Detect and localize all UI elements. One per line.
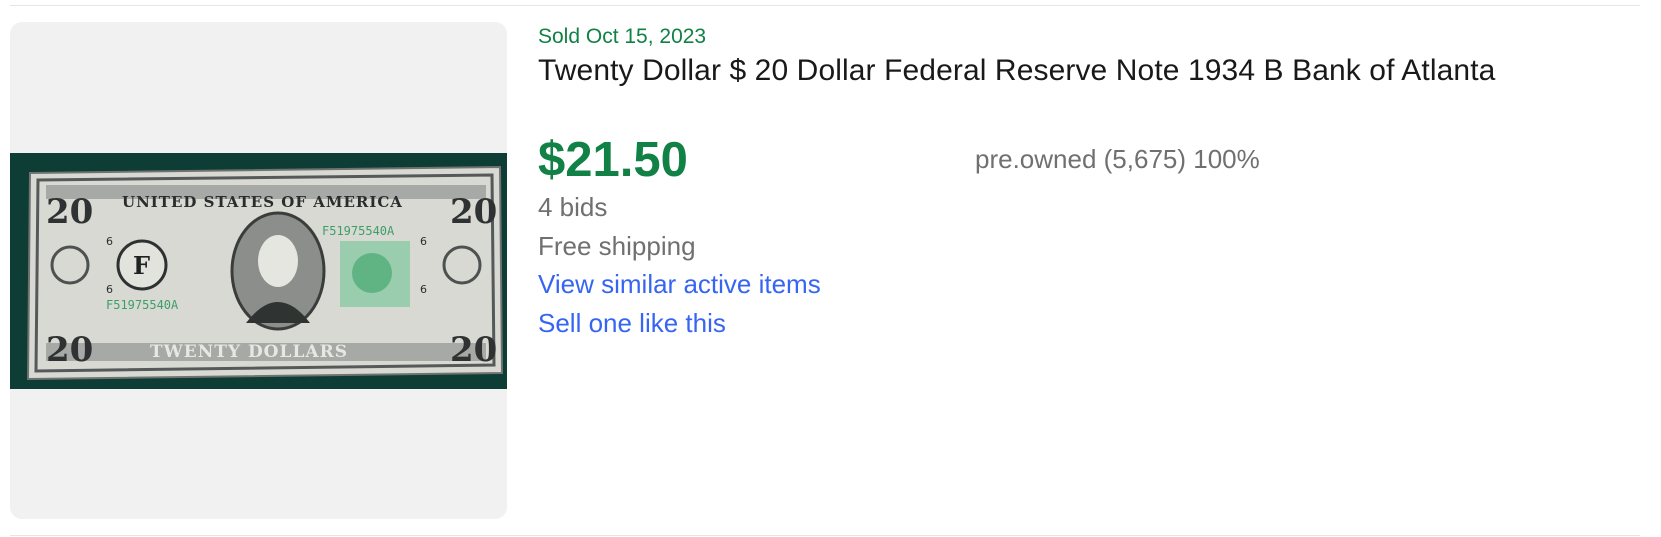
top-divider (10, 5, 1640, 6)
item-title-link[interactable]: Twenty Dollar $ 20 Dollar Federal Reserv… (538, 54, 1495, 88)
sold-listing-card: 20 20 20 20 UNITED STATES OF AMERICA F F… (0, 0, 1661, 537)
district-seal-letter: F (133, 251, 150, 280)
note-bottom-legend: TWENTY DOLLARS (150, 342, 348, 362)
corner-denomination: 20 (46, 192, 93, 232)
note-top-legend: UNITED STATES OF AMERICA (122, 193, 403, 211)
corner-denomination: 20 (450, 330, 497, 370)
view-similar-items-link[interactable]: View similar active items (538, 269, 821, 300)
shipping-info: Free shipping (538, 231, 696, 261)
corner-denomination: 20 (450, 192, 497, 232)
sell-one-like-this-link[interactable]: Sell one like this (538, 308, 726, 339)
district-number: 6 (420, 235, 427, 248)
serial-number-top: F51975540A (322, 224, 395, 238)
district-number: 6 (106, 235, 113, 248)
serial-number-bottom: F51975540A (106, 298, 179, 312)
seller-info: pre.owned (5,675) 100% (975, 144, 1260, 174)
corner-denomination: 20 (46, 330, 93, 370)
item-image[interactable]: 20 20 20 20 UNITED STATES OF AMERICA F F… (10, 22, 507, 519)
banknote-photo: 20 20 20 20 UNITED STATES OF AMERICA F F… (10, 153, 507, 389)
sold-date: Sold Oct 15, 2023 (538, 25, 707, 48)
banknote-illustration: 20 20 20 20 UNITED STATES OF AMERICA F F… (10, 153, 507, 389)
district-number: 6 (106, 283, 113, 296)
district-number: 6 (420, 283, 427, 296)
sold-price: $21.50 (538, 133, 688, 187)
bid-count: 4 bids (538, 192, 608, 222)
bottom-divider (10, 535, 1640, 536)
